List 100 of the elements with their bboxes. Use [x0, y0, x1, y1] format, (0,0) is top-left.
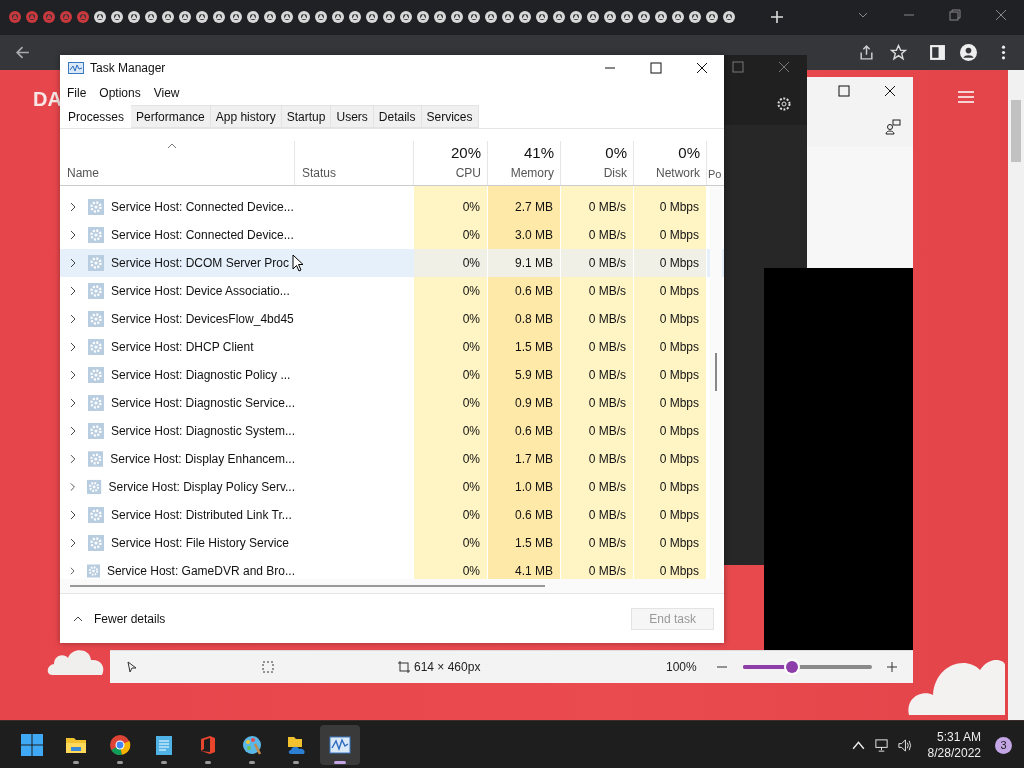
- table-cell: 0 MB/s: [561, 305, 634, 333]
- table-cell: 0%: [414, 193, 488, 221]
- process-row[interactable]: Service Host: DCOM Server Proc 0% 9.1 MB 0 MB/s 0 Mbps: [60, 249, 724, 277]
- image-size: 614 × 460px: [414, 660, 481, 674]
- table-cell: 0 Mbps: [634, 221, 707, 249]
- process-name: Service Host: Display Policy Serv...: [108, 480, 295, 494]
- column-total: 20%: [450, 144, 481, 161]
- process-row[interactable]: Service Host: Display Enhancem... 0% 1.7 MB 0 MB/s 0 Mbps: [60, 445, 724, 473]
- table-cell: 0 MB/s: [561, 445, 634, 473]
- table-cell: 1.0 MB: [488, 473, 561, 501]
- column-header[interactable]: Network: [656, 166, 700, 180]
- table-cell: 0 MB/s: [561, 277, 634, 305]
- table-cell: 0 MB/s: [561, 193, 634, 221]
- table-cell: 0 MB/s: [561, 557, 634, 579]
- table-cell: 0 Mbps: [634, 193, 707, 221]
- process-row[interactable]: Service Host: DHCP Client 0% 1.5 MB 0 MB/s 0 Mbps: [60, 333, 724, 361]
- process-row[interactable]: Service Host: Diagnostic Policy ... 0% 5.9 MB 0 MB/s 0 Mbps: [60, 361, 724, 389]
- notification-badge[interactable]: 3: [995, 736, 1012, 754]
- table-cell: 0.6 MB: [488, 417, 561, 445]
- table-cell: 0 Mbps: [634, 389, 707, 417]
- table-cell: 0 Mbps: [634, 417, 707, 445]
- process-row[interactable]: Service Host: Display Policy Serv... 0% 1.0 MB 0 MB/s 0 Mbps: [60, 473, 724, 501]
- table-cell: 0%: [414, 417, 488, 445]
- table-cell: 0 Mbps: [634, 501, 707, 529]
- process-name: Service Host: DHCP Client: [111, 340, 254, 354]
- process-row[interactable]: Service Host: Diagnostic Service... 0% 0.9 MB 0 MB/s 0 Mbps: [60, 389, 724, 417]
- column-header[interactable]: Po: [708, 168, 722, 180]
- process-name: Service Host: Connected Device...: [111, 200, 294, 214]
- menu-item[interactable]: View: [153, 85, 180, 100]
- process-name: Service Host: Connected Device...: [111, 228, 294, 242]
- table-cell: 0%: [414, 305, 488, 333]
- table-cell: 0 MB/s: [561, 389, 634, 417]
- site-logo: DA: [33, 88, 62, 111]
- table-cell: 0 Mbps: [634, 277, 707, 305]
- column-header[interactable]: Disk: [603, 166, 627, 180]
- table-cell: 5.9 MB: [488, 361, 561, 389]
- column-total: 0%: [605, 144, 627, 161]
- process-name: Service Host: Display Enhancem...: [110, 452, 295, 466]
- table-cell: 0 MB/s: [561, 221, 634, 249]
- process-row[interactable]: Service Host: File History Service 0% 1.5 MB 0 MB/s 0 Mbps: [60, 529, 724, 557]
- column-header[interactable]: Memory: [510, 166, 554, 180]
- table-cell: 0 Mbps: [634, 333, 707, 361]
- date: 8/28/2022: [927, 745, 981, 761]
- table-cell: 0 Mbps: [634, 529, 707, 557]
- table-cell: 0.8 MB: [488, 305, 561, 333]
- process-name: Service Host: DCOM Server Proc: [111, 256, 290, 270]
- process-row[interactable]: Service Host: DevicesFlow_4bd45 0% 0.8 MB 0 MB/s 0 Mbps: [60, 305, 724, 333]
- column-header[interactable]: CPU: [455, 166, 481, 180]
- table-cell: 0.6 MB: [488, 501, 561, 529]
- column-header[interactable]: Status: [302, 166, 407, 180]
- process-row[interactable]: Service Host: Device Associatio... 0% 0.6 MB 0 MB/s 0 Mbps: [60, 277, 724, 305]
- table-cell: 0%: [414, 221, 488, 249]
- tab[interactable]: Performance: [131, 105, 211, 128]
- table-cell: 2.7 MB: [488, 193, 561, 221]
- table-cell: 0%: [414, 333, 488, 361]
- table-cell: 0 MB/s: [561, 249, 634, 277]
- process-row[interactable]: Service Host: Distributed Link Tr... 0% 0.6 MB 0 MB/s 0 Mbps: [60, 501, 724, 529]
- table-cell: 0 MB/s: [561, 333, 634, 361]
- process-name: Service Host: GameDVR and Bro...: [106, 564, 295, 578]
- table-cell: 4.1 MB: [488, 557, 561, 579]
- column-total: 0%: [678, 144, 700, 161]
- table-cell: 0.6 MB: [488, 277, 561, 305]
- table-cell: 1.5 MB: [488, 333, 561, 361]
- column-header[interactable]: Name: [67, 166, 288, 180]
- process-row[interactable]: Service Host: Connected Device... 0% 3.0 MB 0 MB/s 0 Mbps: [60, 221, 724, 249]
- table-cell: 1.7 MB: [488, 445, 561, 473]
- process-row[interactable]: Service Host: Connected Device... 0% 2.7 MB 0 MB/s 0 Mbps: [60, 193, 724, 221]
- table-cell: 1.5 MB: [488, 529, 561, 557]
- table-cell: 0 MB/s: [561, 501, 634, 529]
- clock[interactable]: 5:31 AM 8/28/2022: [927, 729, 981, 761]
- table-cell: 0 MB/s: [561, 417, 634, 445]
- table-cell: 0.9 MB: [488, 389, 561, 417]
- process-name: Service Host: Distributed Link Tr...: [111, 508, 292, 522]
- tab[interactable]: App history: [210, 105, 282, 128]
- table-cell: 0%: [414, 529, 488, 557]
- table-cell: 0 Mbps: [634, 445, 707, 473]
- table-cell: 0 MB/s: [561, 529, 634, 557]
- table-cell: 0 MB/s: [561, 361, 634, 389]
- process-name: Service Host: Diagnostic Service...: [110, 396, 295, 410]
- process-name: Service Host: DevicesFlow_4bd45: [111, 312, 294, 326]
- table-cell: 0%: [414, 557, 488, 579]
- time: 5:31 AM: [936, 729, 981, 745]
- process-name: Service Host: File History Service: [111, 536, 290, 550]
- zoom-level: 100%: [666, 660, 697, 674]
- table-cell: 0%: [414, 389, 488, 417]
- process-name: Service Host: Diagnostic System...: [110, 424, 295, 438]
- table-cell: 0%: [414, 249, 488, 277]
- window-title: Task Manager: [90, 60, 166, 75]
- tab[interactable]: Startup: [281, 105, 332, 128]
- fewer-details-link[interactable]: Fewer details: [94, 611, 166, 626]
- table-cell: 0 Mbps: [634, 361, 707, 389]
- table-cell: 0%: [414, 277, 488, 305]
- tab[interactable]: Details: [373, 105, 422, 128]
- process-row[interactable]: Service Host: Diagnostic System... 0% 0.6 MB 0 MB/s 0 Mbps: [60, 417, 724, 445]
- tab[interactable]: Users: [331, 105, 374, 128]
- menu-item[interactable]: File: [67, 85, 87, 100]
- table-cell: 0%: [414, 473, 488, 501]
- table-cell: 0 Mbps: [634, 473, 707, 501]
- tab[interactable]: Services: [421, 105, 479, 128]
- menu-item[interactable]: Options: [99, 85, 141, 100]
